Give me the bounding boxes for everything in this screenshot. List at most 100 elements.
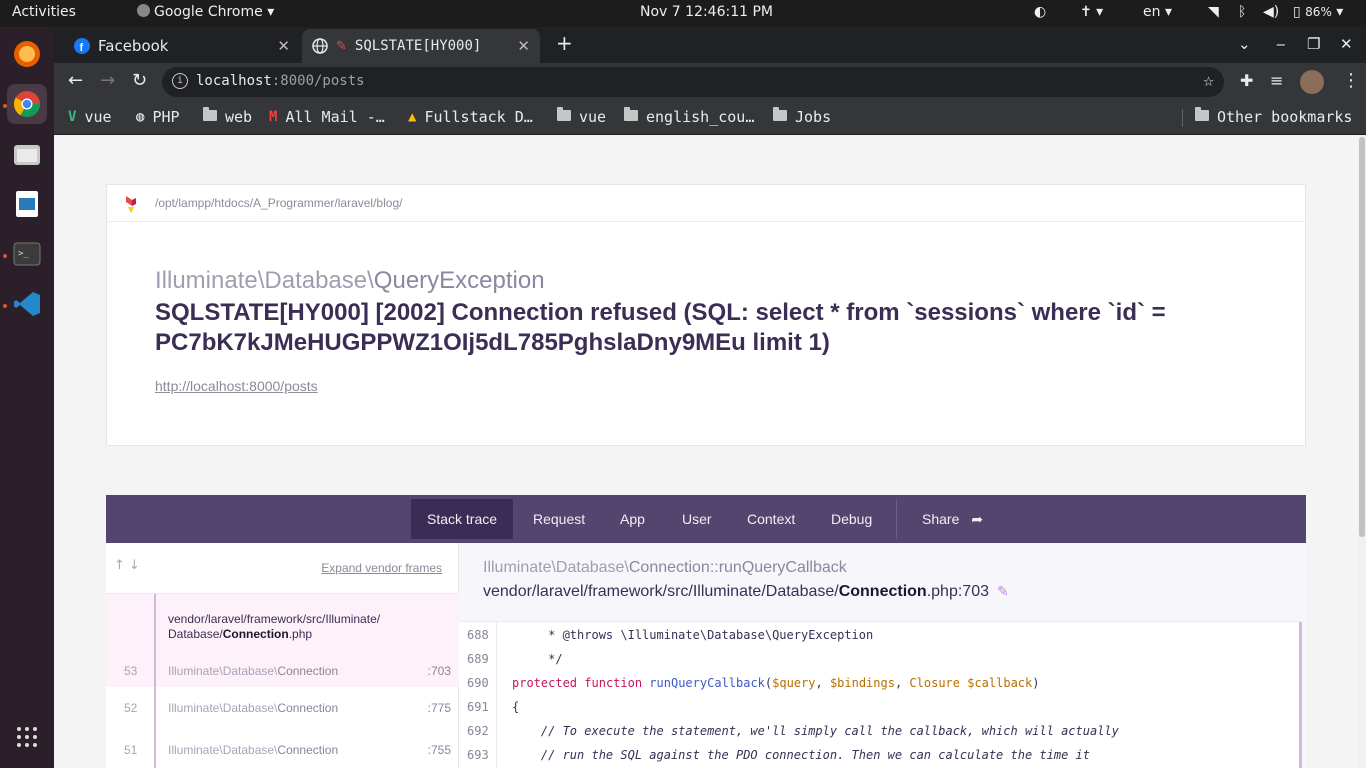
volume-icon[interactable]: ◀) [1263, 4, 1279, 20]
battery-icon: ▯ [1293, 4, 1301, 20]
night-light-icon[interactable]: ◐ [1034, 4, 1046, 20]
bookmark-label: All Mail -… [285, 108, 385, 126]
bookmark-vue-folder[interactable]: vue [557, 107, 607, 126]
url-path: :8000/posts [271, 73, 365, 89]
frame-number: 52 [124, 701, 138, 715]
tab-user[interactable]: User [666, 499, 728, 539]
media-control-icon[interactable]: ≡ [1270, 71, 1283, 91]
writer-icon[interactable] [7, 184, 47, 224]
tab-debug[interactable]: Debug [815, 499, 888, 539]
frame-file-dir-2: Database/ [168, 627, 223, 641]
new-tab-button[interactable]: + [556, 31, 573, 55]
battery-indicator[interactable]: ▯ 86% ▾ [1293, 4, 1343, 20]
frame-class-namespace: Illuminate\Database\ [168, 743, 278, 757]
bluetooth-icon[interactable]: ᛒ [1238, 4, 1246, 20]
request-url-link[interactable]: http://localhost:8000/posts [155, 378, 318, 394]
profile-avatar[interactable] [1300, 70, 1324, 94]
bookmark-vue[interactable]: Vvue [68, 108, 112, 126]
share-arrow-icon: ➦ [971, 511, 983, 527]
frame-function-class: Connection [628, 559, 710, 576]
tab-app[interactable]: App [604, 499, 661, 539]
nav-divider [896, 499, 897, 539]
running-indicator [3, 104, 7, 108]
expand-vendor-frames-link[interactable]: Expand vendor frames [321, 561, 442, 575]
vscode-icon[interactable] [7, 284, 47, 324]
stack-frame-selected[interactable]: vendor/laravel/framework/src/Illuminate/… [106, 594, 459, 687]
exception-class: Illuminate\Database\QueryException [155, 267, 545, 295]
site-info-icon[interactable]: i [172, 73, 188, 89]
battery-percent: 86% [1305, 5, 1332, 19]
frame-number: 51 [124, 743, 138, 757]
tab-facebook[interactable]: f Facebook ✕ [64, 29, 300, 63]
exception-name: QueryException [373, 267, 545, 294]
frame-class-name: Connection [277, 664, 339, 678]
bookmark-all-mail[interactable]: M All Mail -… [269, 108, 385, 126]
bookmark-label: vue [579, 108, 607, 126]
bookmark-php[interactable]: ◍ PHP [136, 108, 180, 126]
frame-class-namespace: Illuminate\Database\ [168, 701, 278, 715]
tab-stack-trace[interactable]: Stack trace [411, 499, 514, 539]
bookmark-web[interactable]: web [203, 107, 252, 126]
bookmarks-bar: Vvue ◍ PHP web M All Mail -… ▲ Fullstack D…… [54, 101, 1366, 135]
close-tab-icon[interactable]: ✕ [277, 37, 290, 55]
code-line-text: * @throws \Illuminate\Database\QueryExce… [512, 628, 874, 642]
accessibility-icon[interactable]: ✝ ▾ [1080, 4, 1103, 20]
frame-file-ext: .php [288, 627, 313, 641]
maximize-button[interactable]: ❐ [1307, 35, 1320, 53]
chrome-icon[interactable] [7, 84, 47, 124]
tab-search-icon[interactable]: ⌄ [1238, 35, 1251, 53]
running-indicator [3, 254, 7, 258]
other-bookmarks[interactable]: Other bookmarks [1195, 107, 1352, 126]
code-gutter [459, 622, 497, 768]
bookmark-english[interactable]: english_cou… [624, 107, 754, 126]
close-tab-icon[interactable]: ✕ [517, 37, 530, 55]
edit-pencil-icon[interactable]: ✎ [997, 583, 1009, 599]
app-path: /opt/lampp/htdocs/A_Programmer/laravel/b… [155, 196, 403, 210]
minimize-button[interactable]: ‒ [1276, 35, 1286, 53]
language-label: en [1143, 4, 1161, 20]
frame-class: Illuminate\Database\Connection [168, 743, 338, 757]
bookmark-label: Jobs [795, 108, 832, 126]
terminal-icon[interactable]: >_ [7, 234, 47, 274]
url-host: localhost [196, 73, 272, 89]
page-scrollbar[interactable] [1358, 135, 1366, 768]
back-button[interactable]: ← [68, 71, 83, 91]
bookmark-jobs[interactable]: Jobs [773, 107, 832, 126]
tab-strip: f Facebook ✕ ✎ SQLSTATE[HY000] ✕ + ⌄ ‒ ❐… [54, 27, 1366, 63]
stack-frame[interactable]: 52 Illuminate\Database\Connection :775 [106, 687, 459, 729]
stack-frame[interactable]: 51 Illuminate\Database\Connection :755 [106, 729, 459, 768]
address-bar[interactable]: i localhost:8000/posts ☆ [162, 67, 1224, 97]
show-applications-icon[interactable] [7, 717, 47, 757]
dock: >_ [0, 27, 54, 768]
error-card: /opt/lampp/htdocs/A_Programmer/laravel/b… [106, 184, 1306, 446]
frame-number: 53 [124, 664, 138, 678]
forward-button[interactable]: → [100, 71, 115, 91]
language-menu[interactable]: en ▾ [1143, 4, 1172, 20]
firefox-icon[interactable] [7, 34, 47, 74]
bookmark-star-icon[interactable]: ☆ [1203, 70, 1214, 91]
frame-file-path: vendor/laravel/framework/src/Illuminate/… [168, 612, 380, 642]
share-button[interactable]: Share ➦ [906, 499, 999, 539]
clock[interactable]: Nov 7 12:46:11 PM [640, 4, 773, 20]
folder-icon [557, 107, 571, 125]
tab-sqlstate[interactable]: ✎ SQLSTATE[HY000] ✕ [302, 29, 540, 63]
close-window-button[interactable]: ✕ [1340, 35, 1353, 53]
app-menu-label: Google Chrome [154, 4, 263, 20]
files-icon[interactable] [7, 134, 47, 174]
tab-context[interactable]: Context [731, 499, 811, 539]
folder-icon [773, 107, 787, 125]
svg-text:f: f [80, 42, 84, 54]
bookmark-fullstack[interactable]: ▲ Fullstack D… [408, 108, 533, 126]
reload-button[interactable]: ↻ [132, 71, 147, 91]
tab-request[interactable]: Request [517, 499, 601, 539]
exception-message: SQLSTATE[HY000] [2002] Connection refuse… [155, 299, 1166, 356]
more-menu-icon[interactable]: ⋮ [1342, 71, 1360, 91]
code-line-text: protected function runQueryCallback($que… [512, 676, 1040, 690]
app-menu[interactable]: Google Chrome ▾ [137, 4, 274, 20]
activities-button[interactable]: Activities [12, 4, 76, 20]
url-text: localhost:8000/posts [196, 73, 365, 89]
extensions-icon[interactable]: ✚ [1240, 71, 1253, 91]
scrollbar-thumb[interactable] [1359, 137, 1365, 537]
frame-navigation-arrows[interactable]: ↑↓ [114, 558, 144, 573]
wifi-icon[interactable]: ◥ [1208, 4, 1219, 20]
